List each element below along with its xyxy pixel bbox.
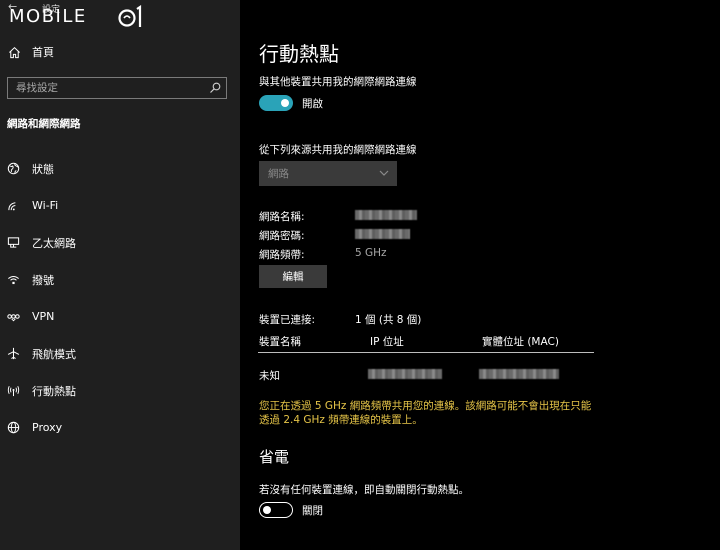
- sidebar-home[interactable]: 首頁: [8, 42, 54, 62]
- network-band-label: 網路頻帶:: [259, 249, 305, 261]
- sidebar-item-label: 行動熱點: [32, 384, 76, 398]
- globe-icon: [7, 162, 20, 175]
- proxy-globe-icon: [7, 421, 20, 434]
- logo-01-icon: [118, 5, 142, 27]
- chevron-down-icon: [379, 170, 389, 176]
- watermark-logo: MOBILE: [9, 6, 87, 27]
- search-box[interactable]: [7, 77, 227, 99]
- vpn-icon: [7, 314, 20, 322]
- connected-value: 1 個 (共 8 個): [355, 314, 422, 326]
- table-header-device-name: 裝置名稱: [259, 336, 301, 348]
- sidebar-item-label: 狀態: [32, 162, 54, 176]
- network-band-value: 5 GHz: [355, 247, 387, 259]
- table-row-device-name: 未知: [259, 370, 280, 382]
- network-password-redacted: [355, 229, 410, 239]
- network-password-label: 網路密碼:: [259, 230, 305, 242]
- page-title: 行動熱點: [259, 42, 339, 66]
- table-row-ip-redacted: [368, 369, 442, 379]
- table-header-ip: IP 位址: [370, 336, 404, 348]
- source-dropdown-value: 網路: [268, 168, 289, 180]
- band-warning: 您正在透過 5 GHz 網路頻帶共用您的連線。該網路可能不會出現在只能透過 2.…: [259, 400, 592, 426]
- dialup-icon: [8, 275, 19, 285]
- main-content: 行動熱點 與其他裝置共用我的網際網路連線 開啟 從下列來源共用我的網際網路連線 …: [240, 0, 720, 550]
- sidebar-item-vpn[interactable]: VPN: [0, 298, 240, 335]
- power-saving-desc: 若沒有任何裝置連線，即自動關閉行動熱點。: [259, 484, 469, 496]
- home-label: 首頁: [32, 46, 54, 59]
- sidebar-item-label: Proxy: [32, 421, 63, 434]
- toggle-knob: [263, 506, 271, 514]
- source-label: 從下列來源共用我的網際網路連線: [259, 144, 417, 156]
- table-row-mac-redacted: [479, 369, 559, 379]
- edit-button[interactable]: 編輯: [259, 265, 327, 288]
- sidebar-item-airplane[interactable]: 飛航模式: [0, 335, 240, 372]
- ethernet-icon: [7, 237, 20, 248]
- sidebar-item-wifi[interactable]: Wi-Fi: [0, 187, 240, 224]
- network-name-redacted: [355, 210, 417, 220]
- wifi-icon: [8, 202, 16, 211]
- connected-label: 裝置已連接:: [259, 314, 316, 326]
- sidebar-item-label: 撥號: [32, 273, 54, 287]
- source-dropdown[interactable]: 網路: [259, 161, 397, 186]
- toggle-knob: [281, 99, 289, 107]
- search-input[interactable]: [8, 78, 198, 98]
- sidebar-nav: 狀態 Wi-Fi 乙太網路 撥號 VPN 飛航模式 行動熱點 Proxy: [0, 150, 240, 446]
- sidebar-item-label: Wi-Fi: [32, 199, 59, 212]
- sidebar-item-ethernet[interactable]: 乙太網路: [0, 224, 240, 261]
- home-icon: [9, 46, 20, 58]
- sidebar-item-status[interactable]: 狀態: [0, 150, 240, 187]
- sidebar-item-dialup[interactable]: 撥號: [0, 261, 240, 298]
- search-icon[interactable]: [209, 82, 221, 94]
- sidebar: ← 設定 MOBILE 首頁 網路和網際網路 狀態: [0, 0, 240, 550]
- airplane-icon: [7, 347, 20, 360]
- section-title: 網路和網際網路: [7, 118, 81, 130]
- hotspot-icon: [7, 386, 20, 397]
- power-saving-title: 省電: [259, 448, 290, 466]
- share-toggle[interactable]: [259, 95, 293, 111]
- power-saving-toggle-label: 關閉: [302, 505, 323, 517]
- sidebar-item-label: 飛航模式: [32, 347, 76, 361]
- share-toggle-label: 開啟: [302, 98, 323, 110]
- sidebar-item-hotspot[interactable]: 行動熱點: [0, 372, 240, 409]
- sidebar-item-label: 乙太網路: [32, 236, 76, 250]
- network-name-label: 網路名稱:: [259, 211, 305, 223]
- power-saving-toggle[interactable]: [259, 502, 293, 518]
- table-header-mac: 實體位址 (MAC): [482, 336, 559, 348]
- sidebar-item-proxy[interactable]: Proxy: [0, 409, 240, 446]
- sidebar-item-label: VPN: [32, 310, 55, 323]
- table-divider: [258, 352, 594, 353]
- share-label: 與其他裝置共用我的網際網路連線: [259, 76, 417, 88]
